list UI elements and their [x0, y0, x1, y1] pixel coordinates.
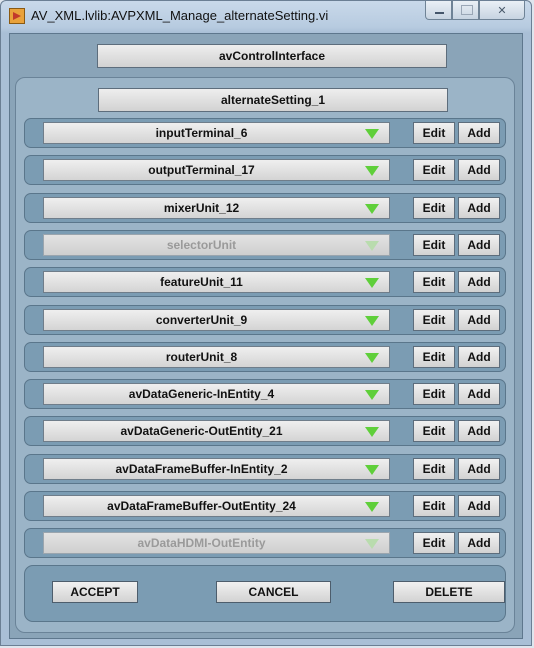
entity-dropdown-label: mixerUnit_12: [163, 201, 240, 215]
entity-dropdown[interactable]: avDataFrameBuffer-InEntity_2: [43, 458, 390, 480]
window-title: AV_XML.lvlib:AVPXML_Manage_alternateSett…: [31, 8, 329, 23]
dropdown-arrow-icon: [365, 241, 379, 251]
entity-dropdown[interactable]: converterUnit_9: [43, 309, 390, 331]
dropdown-arrow-icon[interactable]: [365, 427, 379, 437]
title-bar[interactable]: AV_XML.lvlib:AVPXML_Manage_alternateSett…: [1, 1, 531, 33]
window-controls: ✕: [425, 1, 525, 21]
dropdown-arrow-icon[interactable]: [365, 166, 379, 176]
dropdown-arrow-icon[interactable]: [365, 390, 379, 400]
edit-button[interactable]: Edit: [413, 495, 455, 517]
entity-dropdown[interactable]: avDataGeneric-InEntity_4: [43, 383, 390, 405]
entity-dropdown[interactable]: avDataFrameBuffer-OutEntity_24: [43, 495, 390, 517]
add-button[interactable]: Add: [458, 159, 500, 181]
alternate-setting-panel: alternateSetting_1 inputTerminal_6 Edit Ad…: [15, 77, 515, 633]
edit-button[interactable]: Edit: [413, 420, 455, 442]
entity-dropdown-label: avDataHDMI-OutEntity: [137, 536, 266, 550]
entity-dropdown: avDataHDMI-OutEntity: [43, 532, 390, 554]
entity-row: avDataFrameBuffer-InEntity_2 Edit Add: [24, 454, 506, 484]
edit-button[interactable]: Edit: [413, 234, 455, 256]
dropdown-arrow-icon[interactable]: [365, 129, 379, 139]
dropdown-arrow-icon[interactable]: [365, 465, 379, 475]
edit-button[interactable]: Edit: [413, 309, 455, 331]
entity-dropdown[interactable]: routerUnit_8: [43, 346, 390, 368]
entity-dropdown[interactable]: featureUnit_11: [43, 271, 390, 293]
entity-row: avDataHDMI-OutEntity Edit Add: [24, 528, 506, 558]
edit-button[interactable]: Edit: [413, 532, 455, 554]
edit-button[interactable]: Edit: [413, 346, 455, 368]
entity-row: avDataGeneric-InEntity_4 Edit Add: [24, 379, 506, 409]
entity-dropdown: selectorUnit: [43, 234, 390, 256]
entity-row: mixerUnit_12 Edit Add: [24, 193, 506, 223]
close-button[interactable]: ✕: [479, 1, 525, 20]
app-window: AV_XML.lvlib:AVPXML_Manage_alternateSett…: [0, 0, 532, 646]
entity-dropdown[interactable]: mixerUnit_12: [43, 197, 390, 219]
edit-button[interactable]: Edit: [413, 122, 455, 144]
entity-dropdown[interactable]: avDataGeneric-OutEntity_21: [43, 420, 390, 442]
entity-dropdown-label: avDataGeneric-OutEntity_21: [120, 424, 283, 438]
add-button[interactable]: Add: [458, 309, 500, 331]
entity-row: avDataFrameBuffer-OutEntity_24 Edit Add: [24, 491, 506, 521]
add-button[interactable]: Add: [458, 458, 500, 480]
add-button[interactable]: Add: [458, 420, 500, 442]
entity-dropdown-label: avDataFrameBuffer-OutEntity_24: [107, 499, 296, 513]
add-button[interactable]: Add: [458, 271, 500, 293]
edit-button[interactable]: Edit: [413, 383, 455, 405]
delete-button[interactable]: DELETE: [393, 581, 505, 603]
entity-dropdown-label: outputTerminal_17: [148, 163, 255, 177]
entity-dropdown-label: routerUnit_8: [165, 350, 238, 364]
dropdown-arrow-icon[interactable]: [365, 502, 379, 512]
edit-button[interactable]: Edit: [413, 159, 455, 181]
cancel-button[interactable]: CANCEL: [216, 581, 331, 603]
add-button[interactable]: Add: [458, 197, 500, 219]
labview-vi-icon: [9, 8, 25, 24]
entity-row: routerUnit_8 Edit Add: [24, 342, 506, 372]
entity-row: converterUnit_9 Edit Add: [24, 305, 506, 335]
action-bar: ACCEPT CANCEL DELETE: [24, 565, 506, 622]
maximize-button[interactable]: [452, 1, 479, 20]
add-button[interactable]: Add: [458, 346, 500, 368]
add-button[interactable]: Add: [458, 532, 500, 554]
entity-row: inputTerminal_6 Edit Add: [24, 118, 506, 148]
entity-dropdown-label: avDataGeneric-InEntity_4: [128, 387, 275, 401]
add-button[interactable]: Add: [458, 122, 500, 144]
edit-button[interactable]: Edit: [413, 197, 455, 219]
entity-row: outputTerminal_17 Edit Add: [24, 155, 506, 185]
alternate-setting-button[interactable]: alternateSetting_1: [98, 88, 448, 112]
dropdown-arrow-icon[interactable]: [365, 353, 379, 363]
entity-dropdown-label: selectorUnit: [166, 238, 237, 252]
entity-row: selectorUnit Edit Add: [24, 230, 506, 260]
entity-dropdown-label: avDataFrameBuffer-InEntity_2: [115, 462, 288, 476]
dropdown-arrow-icon: [365, 539, 379, 549]
dropdown-arrow-icon[interactable]: [365, 204, 379, 214]
entity-row: featureUnit_11 Edit Add: [24, 267, 506, 297]
entity-dropdown-label: converterUnit_9: [155, 313, 248, 327]
entity-dropdown[interactable]: inputTerminal_6: [43, 122, 390, 144]
edit-button[interactable]: Edit: [413, 458, 455, 480]
vi-front-panel: avControlInterface alternateSetting_1 in…: [9, 33, 523, 639]
add-button[interactable]: Add: [458, 495, 500, 517]
entity-row: avDataGeneric-OutEntity_21 Edit Add: [24, 416, 506, 446]
close-icon: ✕: [497, 5, 507, 17]
accept-button[interactable]: ACCEPT: [52, 581, 138, 603]
add-button[interactable]: Add: [458, 383, 500, 405]
control-interface-button[interactable]: avControlInterface: [97, 44, 447, 68]
dropdown-arrow-icon[interactable]: [365, 278, 379, 288]
entity-dropdown[interactable]: outputTerminal_17: [43, 159, 390, 181]
add-button[interactable]: Add: [458, 234, 500, 256]
entity-dropdown-label: featureUnit_11: [160, 275, 243, 289]
entity-dropdown-label: inputTerminal_6: [155, 126, 248, 140]
minimize-button[interactable]: [425, 1, 452, 20]
edit-button[interactable]: Edit: [413, 271, 455, 293]
dropdown-arrow-icon[interactable]: [365, 316, 379, 326]
